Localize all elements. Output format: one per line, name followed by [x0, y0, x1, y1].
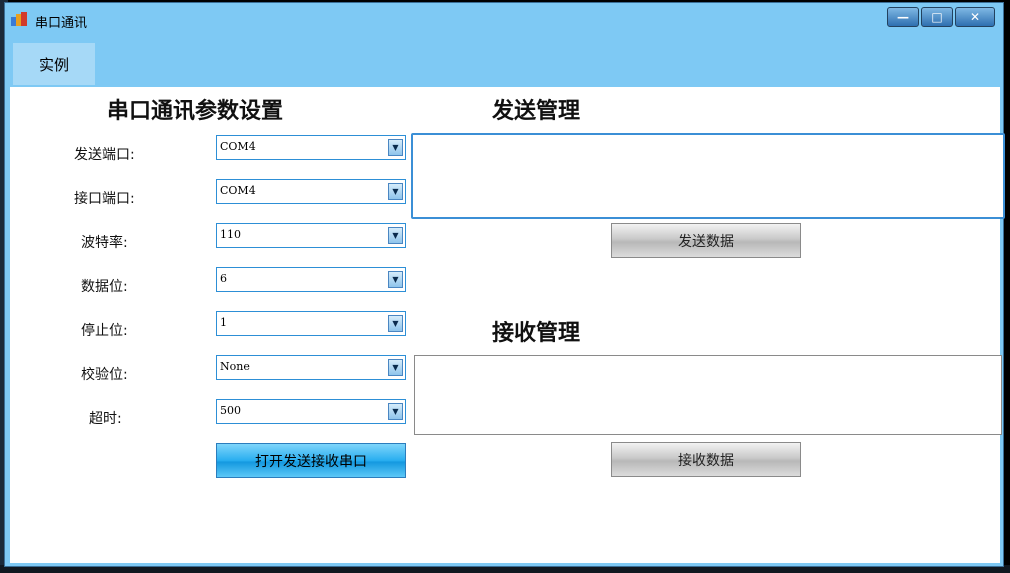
chevron-down-icon[interactable]: ▼ — [388, 227, 403, 244]
parity-value: None — [220, 360, 250, 373]
timeout-value: 500 — [220, 404, 241, 417]
stop-bits-label: 停止位: — [81, 323, 128, 339]
timeout-label: 超时: — [89, 411, 122, 427]
receive-port-value: COM4 — [220, 184, 256, 197]
close-icon: ✕ — [969, 10, 981, 24]
baud-rate-label: 波特率: — [81, 235, 128, 251]
send-heading: 发送管理 — [492, 98, 581, 124]
title-bar[interactable]: 串口通讯 — □ ✕ — [5, 3, 1003, 33]
menu-item-examples[interactable]: 实例 — [13, 43, 95, 85]
chevron-down-icon[interactable]: ▼ — [388, 183, 403, 200]
parity-select[interactable]: None ▼ — [216, 355, 406, 380]
settings-heading: 串口通讯参数设置 — [107, 98, 284, 124]
data-bits-select[interactable]: 6 ▼ — [216, 267, 406, 292]
data-bits-label: 数据位: — [81, 279, 128, 295]
data-bits-value: 6 — [220, 272, 227, 285]
open-port-button[interactable]: 打开发送接收串口 — [216, 443, 406, 478]
receive-textbox[interactable] — [414, 355, 1002, 435]
form-client-area: 串口通讯参数设置 发送管理 发送端口: COM4 ▼ 接口端口: COM4 ▼ … — [10, 87, 1005, 563]
main-window: 串口通讯 — □ ✕ 实例 串口通讯参数设置 发送管理 发送端口: COM4 ▼… — [4, 2, 1005, 567]
minimize-icon: — — [897, 10, 909, 24]
menu-bar: 实例 — [5, 35, 1003, 87]
chevron-down-icon[interactable]: ▼ — [388, 403, 403, 420]
chevron-down-icon[interactable]: ▼ — [388, 139, 403, 156]
chevron-down-icon[interactable]: ▼ — [388, 271, 403, 288]
close-button[interactable]: ✕ — [955, 7, 995, 27]
receive-heading: 接收管理 — [492, 320, 581, 346]
baud-rate-select[interactable]: 110 ▼ — [216, 223, 406, 248]
receive-port-select[interactable]: COM4 ▼ — [216, 179, 406, 204]
stop-bits-select[interactable]: 1 ▼ — [216, 311, 406, 336]
parity-label: 校验位: — [81, 367, 128, 383]
baud-rate-value: 110 — [220, 228, 241, 241]
minimize-button[interactable]: — — [887, 7, 919, 27]
receive-port-label: 接口端口: — [74, 191, 135, 207]
chevron-down-icon[interactable]: ▼ — [388, 359, 403, 376]
send-data-button[interactable]: 发送数据 — [611, 223, 801, 258]
maximize-button[interactable]: □ — [921, 7, 953, 27]
send-textbox[interactable] — [411, 133, 1005, 219]
send-port-label: 发送端口: — [74, 147, 135, 163]
send-port-select[interactable]: COM4 ▼ — [216, 135, 406, 160]
timeout-select[interactable]: 500 ▼ — [216, 399, 406, 424]
receive-data-button[interactable]: 接收数据 — [611, 442, 801, 477]
chevron-down-icon[interactable]: ▼ — [388, 315, 403, 332]
maximize-icon: □ — [931, 10, 943, 24]
stop-bits-value: 1 — [220, 316, 227, 329]
send-port-value: COM4 — [220, 140, 256, 153]
window-title: 串口通讯 — [35, 16, 88, 31]
app-window-icon — [11, 12, 27, 26]
window-controls: — □ ✕ — [887, 7, 995, 29]
